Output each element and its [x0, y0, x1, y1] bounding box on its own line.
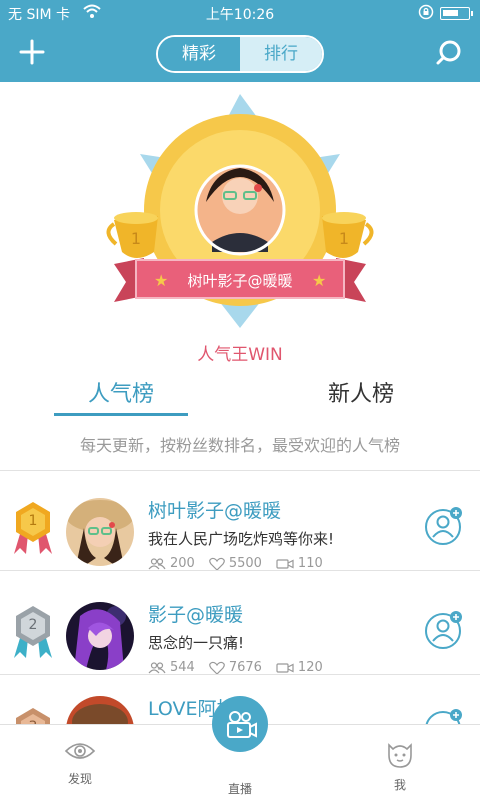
streamer-stats: 544 7676 120 — [148, 660, 323, 675]
rank-number: 1 — [28, 513, 38, 529]
status-bar: 无 SIM 卡 上午10:26 — [0, 0, 480, 26]
add-friend-icon — [425, 507, 462, 545]
video-icon — [276, 558, 294, 569]
trophy-left-icon: 1 — [106, 212, 158, 258]
avatar[interactable] — [66, 696, 134, 724]
list-item[interactable]: 2 影子@暖暖 思念的一只痛! 544 7676 120 — [0, 588, 480, 688]
rotation-lock-icon — [418, 3, 434, 25]
search-icon — [436, 40, 461, 65]
search-button[interactable] — [434, 38, 464, 68]
follow-button[interactable] — [424, 610, 464, 650]
users-icon — [148, 557, 166, 569]
silver-medal-icon: 2 — [12, 604, 54, 660]
streamer-message: 思念的一只痛! — [148, 634, 245, 652]
svg-text:1: 1 — [339, 229, 349, 248]
trophy-right-icon: 1 — [322, 212, 374, 258]
tab-ranking[interactable]: 排行 — [240, 37, 322, 71]
avatar[interactable] — [66, 602, 134, 670]
nav-me[interactable]: 我 — [360, 739, 440, 793]
videos-count: 120 — [297, 660, 323, 675]
battery-level — [443, 10, 458, 16]
add-button[interactable] — [16, 36, 48, 68]
video-icon — [276, 662, 294, 673]
add-friend-icon — [425, 611, 462, 649]
streamer-stats: 200 5500 110 — [148, 556, 323, 571]
badge-banner-name: 树叶影子@暖暖 — [187, 272, 293, 290]
ranking-description: 每天更新，按粉丝数排名，最受欢迎的人气榜 — [79, 436, 400, 455]
gold-medal-icon: 1 — [12, 500, 54, 556]
likes-count: 5500 — [228, 556, 262, 571]
popularity-king-badge: 1 1 ★ ★ 树叶影子@暖暖 — [100, 92, 380, 332]
videos-count: 110 — [297, 556, 323, 571]
avatar[interactable] — [66, 498, 134, 566]
battery-icon — [440, 7, 473, 20]
profile-face-icon — [388, 743, 412, 768]
heart-icon — [208, 557, 225, 571]
bronze-medal-icon: 3 — [12, 706, 54, 724]
users-icon — [148, 661, 166, 673]
streamer-message: 我在人民广场吃炸鸡等你来! — [148, 530, 335, 548]
status-time: 上午10:26 — [205, 7, 275, 23]
nav-discover[interactable]: 发现 — [40, 739, 120, 787]
popularity-king-caption: 人气王WIN — [197, 345, 283, 365]
streamer-name[interactable]: 影子@暖暖 — [148, 600, 243, 627]
follow-button[interactable] — [424, 708, 464, 724]
svg-text:1: 1 — [131, 229, 141, 248]
top-bar: 无 SIM 卡 上午10:26 精彩 排行 — [0, 0, 480, 82]
nav-me-label: 我 — [393, 778, 406, 792]
rank-number: 2 — [28, 617, 38, 633]
tab-popularity-chart[interactable]: 人气榜 — [54, 376, 188, 416]
heart-icon — [208, 661, 225, 675]
eye-icon — [64, 743, 96, 759]
tab-newcomer-chart[interactable]: 新人榜 — [296, 376, 426, 416]
plus-icon — [19, 39, 45, 65]
followers-count: 200 — [170, 556, 195, 571]
add-friend-icon — [425, 709, 462, 724]
likes-count: 7676 — [228, 660, 262, 675]
followers-count: 544 — [170, 660, 195, 675]
streamer-name[interactable]: 树叶影子@暖暖 — [148, 496, 281, 523]
row-divider — [0, 674, 480, 675]
row-divider — [0, 570, 480, 571]
nav-discover-label: 发现 — [67, 772, 92, 786]
video-camera-icon — [227, 711, 257, 738]
live-button[interactable] — [212, 696, 268, 752]
follow-button[interactable] — [424, 506, 464, 546]
section-divider — [0, 470, 480, 471]
top-segmented-control: 精彩 排行 — [156, 35, 324, 73]
list-item[interactable]: 1 树叶影子@暖暖 我在人民广场吃炸鸡等你来! 200 5500 110 — [0, 484, 480, 584]
nav-live-label: 直播 — [227, 782, 252, 796]
tab-highlights[interactable]: 精彩 — [158, 37, 240, 71]
badge-graphic: 1 1 ★ ★ — [106, 94, 374, 328]
